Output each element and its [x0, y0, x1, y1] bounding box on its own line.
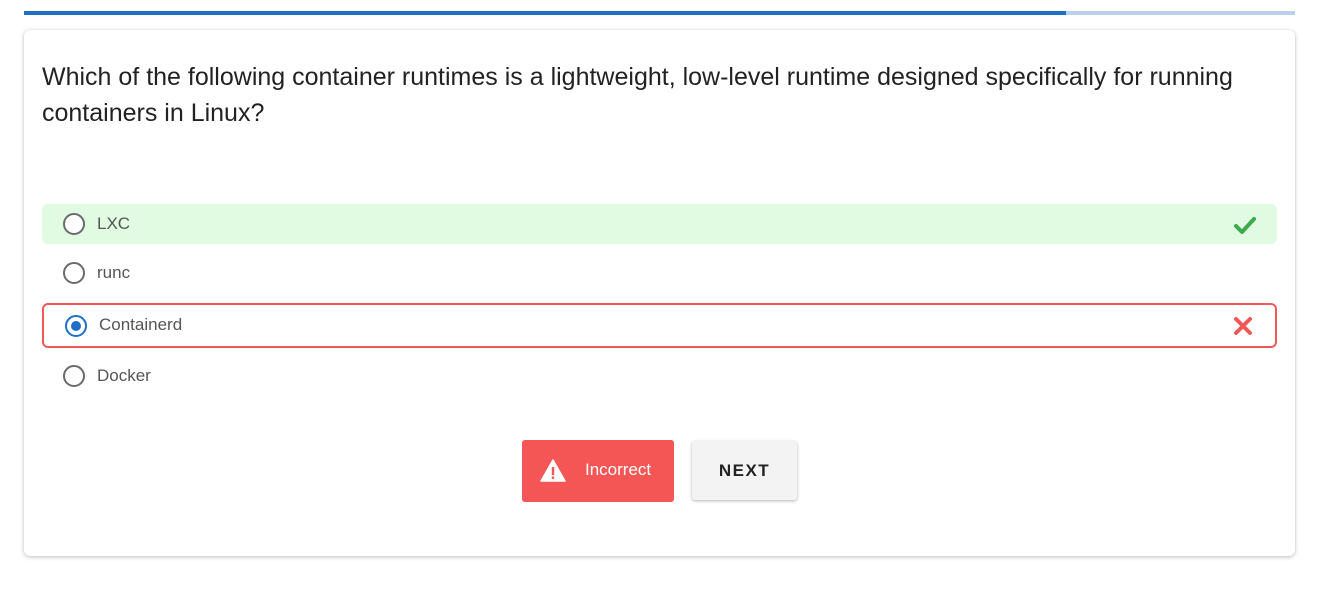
incorrect-label: Incorrect [585, 460, 652, 479]
option-label: LXC [97, 214, 131, 233]
next-button[interactable]: NEXT [692, 441, 797, 500]
progress-bar-fill [24, 11, 1067, 15]
radio-button-selected[interactable] [65, 315, 87, 337]
warning-icon [540, 459, 566, 482]
question-card: Which of the following container runtime… [24, 30, 1295, 556]
radio-dot [71, 321, 81, 331]
option-label: Docker [97, 366, 151, 385]
progress-bar [24, 11, 1295, 15]
option-runc[interactable]: runc [42, 253, 1277, 293]
radio-button[interactable] [63, 365, 85, 387]
question-text: Which of the following container runtime… [42, 63, 1233, 127]
option-label: Containerd [99, 315, 183, 334]
close-icon [1234, 317, 1252, 335]
check-icon [1234, 217, 1256, 234]
option-lxc[interactable]: LXC [42, 204, 1277, 244]
option-containerd[interactable]: Containerd [42, 303, 1277, 348]
radio-button[interactable] [63, 262, 85, 284]
incorrect-result-button[interactable]: Incorrect [522, 440, 674, 502]
option-label: runc [97, 263, 131, 282]
option-docker[interactable]: Docker [42, 356, 1277, 396]
radio-button[interactable] [63, 213, 85, 235]
